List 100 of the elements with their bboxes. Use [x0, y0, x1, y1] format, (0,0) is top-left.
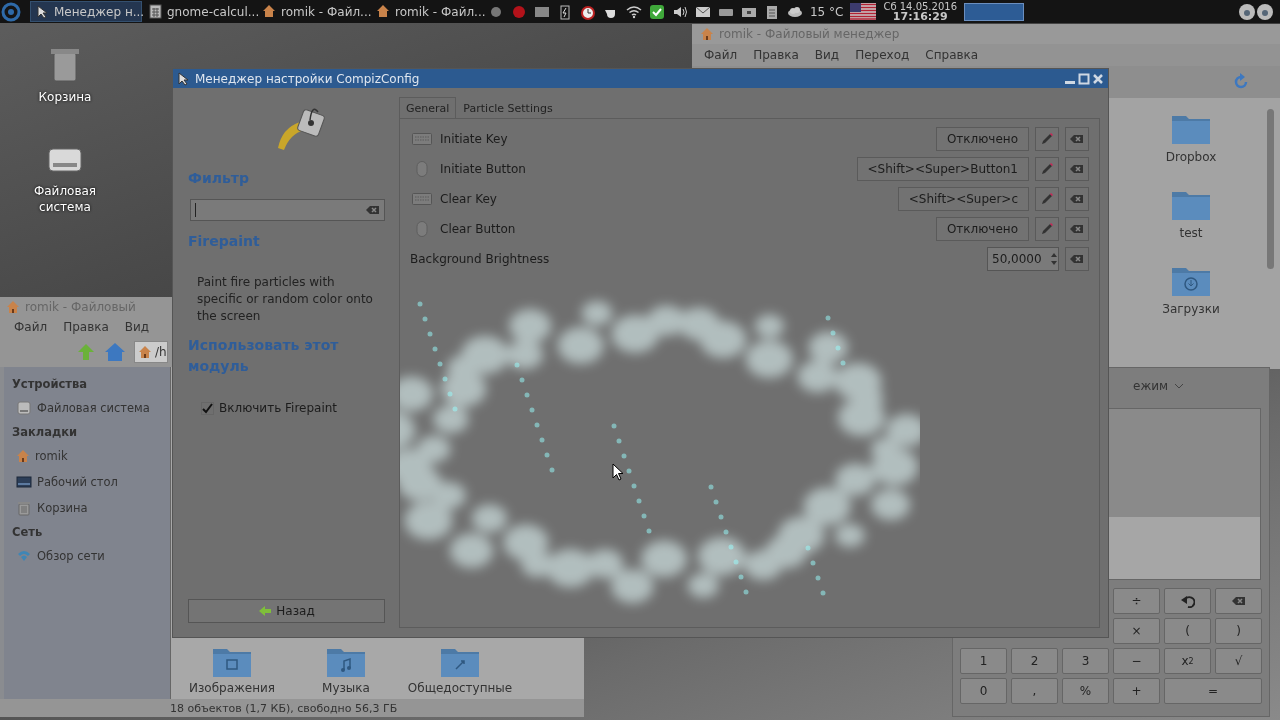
shortcut-button[interactable]: Отключено — [935, 217, 1029, 241]
wifi-icon[interactable] — [625, 3, 642, 20]
pencil-icon — [1040, 132, 1054, 146]
calculator-icon — [148, 4, 162, 19]
tab[interactable]: Particle Settings — [456, 97, 560, 118]
sidebar-item[interactable]: Файловая система — [4, 395, 170, 421]
checkbox[interactable] — [201, 401, 214, 415]
taskbar-button[interactable]: Менеджер н... — [30, 1, 142, 22]
calculator-key[interactable]: − — [1113, 648, 1160, 674]
menu-item[interactable]: Правка — [753, 48, 799, 62]
edit-button[interactable] — [1035, 217, 1059, 241]
sidebar-item[interactable]: romik — [4, 443, 170, 469]
tab[interactable]: General — [399, 97, 457, 118]
left-arrow-icon — [258, 605, 273, 617]
alarm-clock-icon[interactable] — [579, 3, 596, 20]
shortcut-button[interactable]: Отключено — [935, 127, 1029, 151]
calculator-key[interactable]: x$^{2}$ — [1164, 648, 1211, 674]
calculator-key[interactable] — [1164, 588, 1211, 614]
calculator-key[interactable]: = — [1164, 678, 1262, 704]
calculator-key[interactable]: % — [1062, 678, 1109, 704]
window-title: Менеджер настройки CompizConfig — [195, 71, 420, 86]
pencil-icon — [1040, 192, 1054, 206]
clear-icon — [1070, 194, 1084, 204]
calculator-key[interactable] — [1215, 588, 1262, 614]
date-label: Сб 14.05.2016 — [883, 1, 957, 12]
calculator-key[interactable]: 3 — [1062, 648, 1109, 674]
clear-button[interactable] — [1065, 247, 1089, 271]
calculator-key[interactable]: ( — [1164, 618, 1211, 644]
scrollbar[interactable] — [1267, 109, 1274, 269]
sidebar-heading: Закладки — [11, 424, 79, 441]
clear-icon — [1070, 224, 1084, 234]
clear-button[interactable] — [1065, 187, 1089, 211]
edit-button[interactable] — [1035, 157, 1059, 181]
sidebar-item[interactable]: Рабочий стол — [4, 469, 170, 495]
menu-item[interactable]: Вид — [124, 320, 150, 334]
menu-item[interactable]: Переход — [855, 48, 910, 62]
spin-arrows-icon[interactable] — [1050, 251, 1058, 267]
edit-button[interactable] — [1035, 187, 1059, 211]
mode-label[interactable]: ежим — [1133, 379, 1169, 393]
session-icon[interactable] — [1238, 2, 1274, 21]
clear-icon — [1231, 596, 1246, 606]
edit-button[interactable] — [1035, 127, 1059, 151]
number-spinner[interactable]: 50,0000 — [987, 247, 1059, 271]
record-icon[interactable] — [510, 3, 527, 20]
search-field[interactable] — [190, 199, 385, 221]
caret-icon[interactable] — [1174, 382, 1185, 390]
keyboard-icon — [412, 193, 432, 205]
status-bar: 18 объектов (1,7 КБ), свободно 56,3 ГБ — [0, 699, 584, 717]
setting-label: Clear Key — [440, 192, 498, 206]
text-cursor — [195, 203, 196, 217]
shortcut-button[interactable]: <Shift><Super>Button1 — [856, 157, 1029, 181]
back-button[interactable]: Назад — [188, 599, 385, 623]
flag-icon[interactable] — [850, 3, 877, 20]
calculator-key[interactable]: 0 — [960, 678, 1007, 704]
desktop-icon-label: Файловая система — [32, 183, 98, 215]
checkmark-icon[interactable] — [648, 3, 665, 20]
menu-item[interactable]: Справка — [925, 48, 979, 62]
calculator-key[interactable]: 1 — [960, 648, 1007, 674]
sidebar-item[interactable]: Обзор сети — [4, 543, 170, 569]
clear-button[interactable] — [1065, 157, 1089, 181]
menu-logo-icon[interactable] — [0, 1, 22, 22]
setting-label: Initiate Key — [440, 132, 509, 146]
sidebar-item[interactable]: Корзина — [4, 495, 170, 521]
clear-button[interactable] — [1065, 127, 1089, 151]
monitor-icon — [16, 474, 32, 490]
calculator-key[interactable]: √ — [1215, 648, 1262, 674]
drive-icon — [16, 400, 32, 416]
calculator-key[interactable]: ÷ — [1113, 588, 1160, 614]
setting-label: Background Brightness — [410, 252, 551, 266]
menu-item[interactable]: Файл — [14, 320, 48, 334]
house-icon — [376, 4, 390, 19]
calculator-key[interactable]: , — [1011, 678, 1058, 704]
workspace-switcher[interactable] — [964, 2, 1024, 21]
close-icon[interactable] — [1092, 72, 1104, 85]
house-icon — [6, 300, 20, 314]
taskbar-button[interactable]: romik - Файл... — [258, 1, 370, 22]
path-field[interactable]: /h — [134, 341, 168, 363]
checkbox-label: Включить Firepaint — [219, 401, 338, 415]
taskbar-button[interactable]: gnome-calcul... — [144, 1, 256, 22]
menu-item[interactable]: Файл — [704, 48, 738, 62]
calculator-key[interactable]: × — [1113, 618, 1160, 644]
clear-button[interactable] — [1065, 217, 1089, 241]
taskbar-button[interactable]: romik - Файл... — [372, 1, 484, 22]
calculator-key[interactable]: ) — [1215, 618, 1262, 644]
maximize-icon[interactable] — [1078, 72, 1090, 85]
folder-label: Музыка — [322, 681, 370, 695]
mouse-icon — [416, 161, 428, 177]
setting-label: Clear Button — [440, 222, 517, 236]
clear-icon[interactable] — [366, 205, 380, 215]
mouse-icon — [416, 221, 428, 237]
section-heading: Фильтр — [188, 169, 250, 188]
sidebar-heading: Сеть — [11, 524, 44, 541]
calculator-key[interactable]: + — [1113, 678, 1160, 704]
calculator-key[interactable]: 2 — [1011, 648, 1058, 674]
shortcut-button[interactable]: <Shift><Super>c — [897, 187, 1029, 211]
pointer-icon — [35, 4, 49, 19]
house-icon — [138, 345, 152, 359]
clear-icon — [1070, 254, 1084, 264]
menu-item[interactable]: Вид — [814, 48, 840, 62]
menu-item[interactable]: Правка — [63, 320, 109, 334]
